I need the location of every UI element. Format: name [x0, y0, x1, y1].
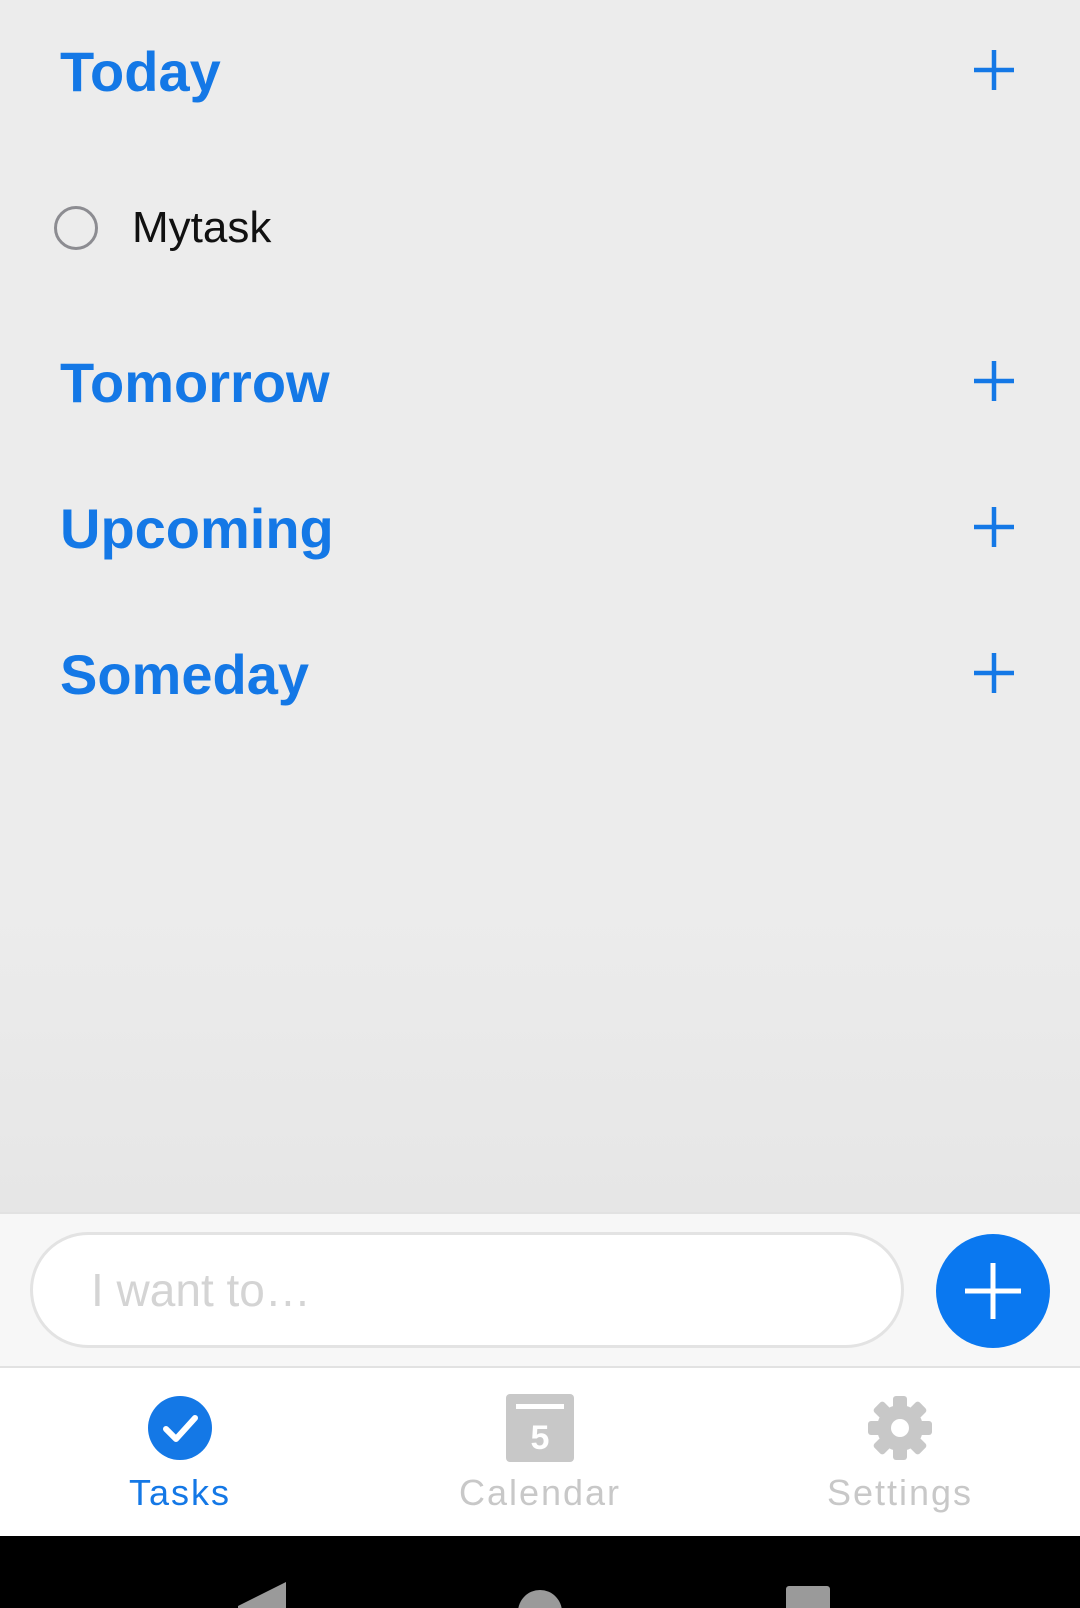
task-label: Mytask: [132, 203, 272, 252]
checkmark-circle-icon: [146, 1394, 214, 1462]
tab-label: Tasks: [128, 1472, 232, 1513]
task-list: Today Mytask Tomorrow Upcoming Someday: [0, 0, 1080, 1212]
plus-icon[interactable]: [972, 48, 1016, 92]
recents-icon[interactable]: [786, 1586, 830, 1608]
list-item[interactable]: Mytask: [0, 190, 1080, 270]
plus-icon[interactable]: [972, 505, 1016, 549]
task-checkbox[interactable]: [54, 206, 98, 250]
composer-bar: [0, 1212, 1080, 1368]
tab-bar: Tasks 5 Calendar Settings: [0, 1368, 1080, 1536]
task-input[interactable]: [30, 1232, 904, 1348]
section-someday: Someday: [0, 635, 1080, 715]
section-tomorrow: Tomorrow: [0, 343, 1080, 423]
tab-calendar[interactable]: 5 Calendar: [360, 1368, 720, 1536]
tab-settings[interactable]: Settings: [720, 1368, 1080, 1536]
add-task-button[interactable]: [936, 1234, 1050, 1348]
tab-label: Settings: [826, 1472, 974, 1513]
section-title: Tomorrow: [60, 351, 330, 414]
back-icon[interactable]: [238, 1582, 286, 1608]
tab-label: Calendar: [458, 1472, 622, 1513]
calendar-icon: 5: [506, 1394, 574, 1462]
section-title: Someday: [60, 643, 309, 706]
section-today: Today: [0, 32, 1080, 112]
home-icon[interactable]: [518, 1590, 562, 1608]
tab-tasks[interactable]: Tasks: [0, 1368, 360, 1536]
plus-icon[interactable]: [972, 359, 1016, 403]
plus-icon: [965, 1263, 1021, 1319]
section-title: Upcoming: [60, 497, 334, 560]
section-upcoming: Upcoming: [0, 489, 1080, 569]
system-nav-bar: [0, 1536, 1080, 1608]
section-title: Today: [60, 40, 221, 103]
gear-icon: [866, 1394, 934, 1462]
calendar-day: 5: [531, 1419, 550, 1457]
plus-icon[interactable]: [972, 651, 1016, 695]
